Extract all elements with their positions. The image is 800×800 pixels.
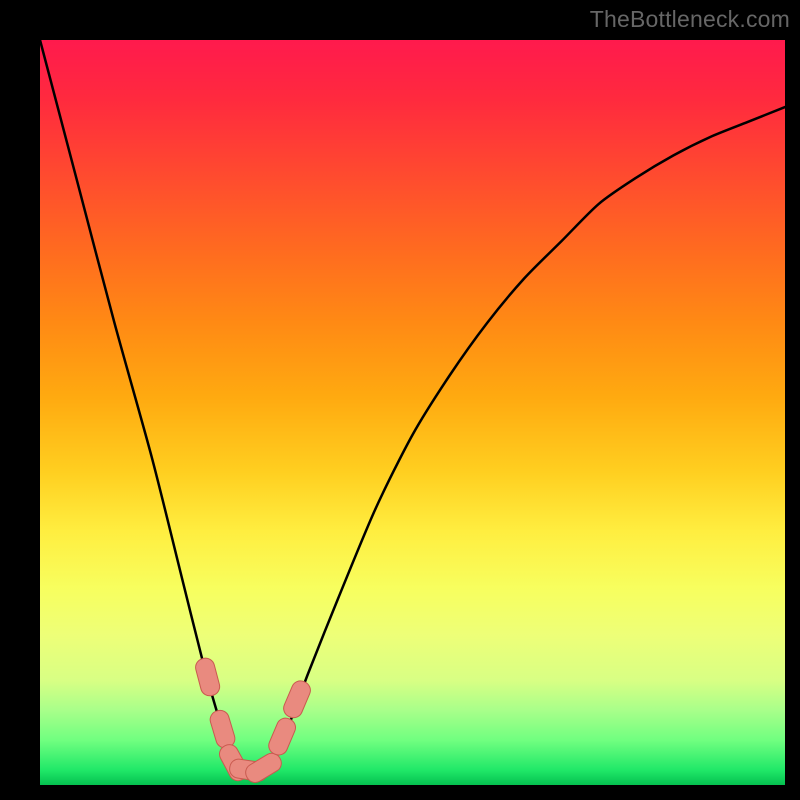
curve-marker [194,656,222,698]
curve-marker [266,715,298,757]
curve-markers [194,656,314,786]
watermark-text: TheBottleneck.com [590,6,790,33]
chart-overlay [40,40,785,785]
chart-frame: TheBottleneck.com [0,0,800,800]
curve-marker [281,678,313,720]
bottleneck-curve [40,40,785,770]
curve-marker [208,708,237,750]
